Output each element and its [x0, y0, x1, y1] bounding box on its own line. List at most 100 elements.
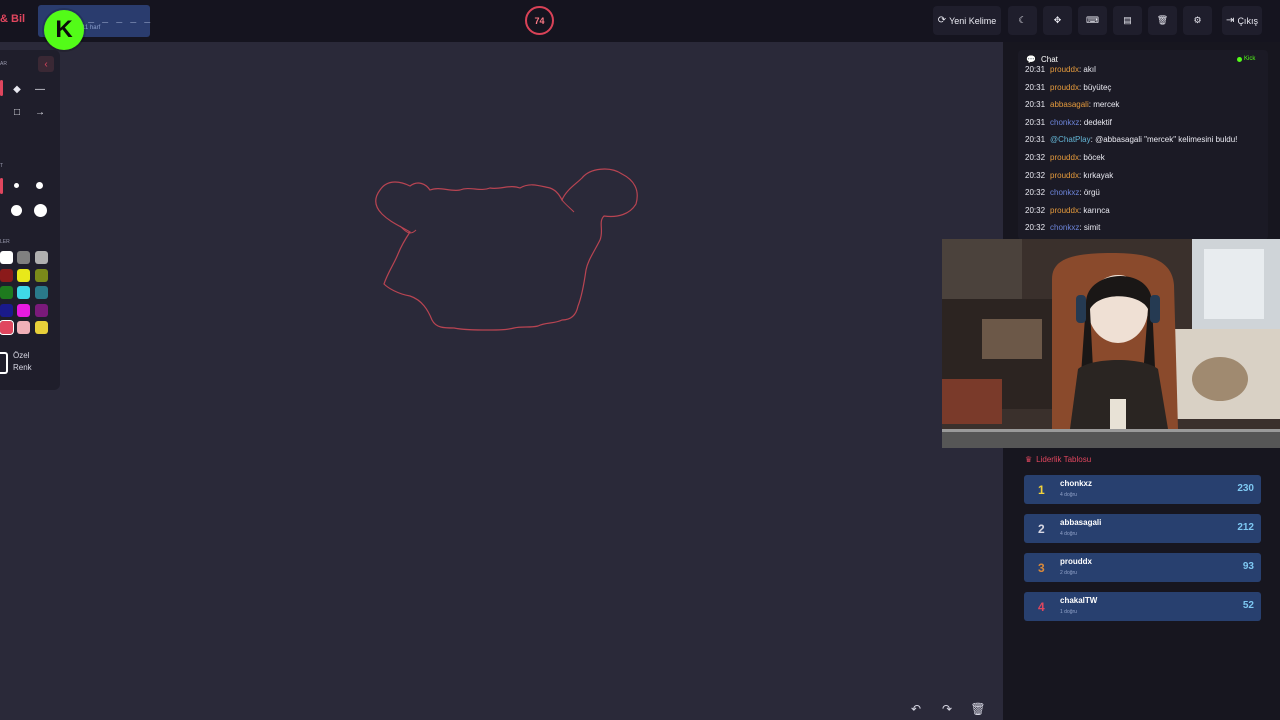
custom-color-label: Özel Renk	[13, 351, 32, 372]
color-swatch[interactable]	[0, 320, 14, 335]
leaderboard-title: Liderlik Tablosu	[1036, 455, 1092, 464]
theme-toggle-button[interactable]: ☾	[1008, 6, 1037, 35]
color-swatch[interactable]	[17, 251, 30, 264]
color-swatch[interactable]	[35, 286, 48, 299]
brush-size-xlarge[interactable]	[34, 204, 47, 217]
crown-icon: ♛	[1025, 455, 1033, 464]
leaderboard-row: 3 prouddx 2 doğru 93	[1024, 553, 1261, 582]
chat-header: 💬 Chat	[1026, 55, 1058, 64]
color-swatch[interactable]	[0, 286, 13, 299]
chat-message-user: abbasagali	[1050, 100, 1089, 110]
line-tool-button[interactable]: —	[31, 80, 49, 98]
collapse-panel-button[interactable]: ‹	[38, 56, 54, 72]
redo-button[interactable]: ↷	[937, 700, 957, 718]
custom-color-picker[interactable]	[0, 352, 8, 374]
chat-message-text: @abbasagali "mercek" kelimesini buldu!	[1095, 135, 1238, 145]
chat-message-time: 20:32	[1025, 153, 1046, 162]
color-swatch[interactable]	[17, 286, 30, 299]
logout-label: Çıkış	[1237, 15, 1258, 26]
keyboard-button[interactable]: ⌨	[1078, 6, 1107, 35]
fullscreen-button[interactable]: ✥	[1043, 6, 1072, 35]
brush-size-small[interactable]	[14, 183, 19, 188]
settings-button[interactable]: ⚙	[1183, 6, 1212, 35]
chat-message-user: chonkxz	[1050, 188, 1080, 198]
chat-source-badge: Kick	[1237, 56, 1255, 62]
chat-message-user: chonkxz	[1050, 223, 1080, 233]
logout-button[interactable]: ⇥ Çıkış	[1222, 6, 1262, 35]
chat-message: 20:31 prouddx: büyüteç	[1025, 82, 1112, 92]
clear-canvas-button[interactable]: 🗑	[968, 700, 988, 718]
arrow-tool-button[interactable]: →	[31, 103, 49, 121]
chat-messages[interactable]: 20:31 prouddx: akıl 20:31 prouddx: büyüteç 2…	[1020, 66, 1265, 238]
reset-button[interactable]: 🗑	[1148, 6, 1177, 35]
brand-logo: & Bil	[0, 13, 26, 25]
chat-message: 20:32 prouddx: böcek	[1025, 153, 1105, 162]
leaderboard-name: chonkxz	[1060, 479, 1093, 488]
color-swatch[interactable]	[17, 268, 30, 282]
online-dot-icon	[1237, 56, 1242, 62]
chat-message-user: prouddx	[1050, 153, 1079, 162]
color-swatch[interactable]	[0, 268, 13, 282]
webcam-overlay	[942, 239, 1280, 448]
new-word-button[interactable]: ⟳ Yeni Kelime	[933, 6, 1001, 35]
color-swatch[interactable]	[17, 321, 30, 334]
kick-logo-icon: K	[44, 10, 84, 50]
color-swatch[interactable]	[0, 251, 13, 264]
chat-message-time: 20:32	[1025, 170, 1046, 180]
chat-bubble-icon: 💬	[1026, 55, 1036, 64]
arrow-right-icon: →	[35, 106, 45, 118]
line-icon: —	[35, 83, 45, 95]
active-tool-indicator	[0, 80, 3, 96]
clear-canvas-icon: 🗑	[970, 702, 986, 716]
leaderboard-correct-count: 4 doğru	[1060, 531, 1077, 537]
leaderboard-row: 1 chonkxz 4 doğru 230	[1024, 475, 1261, 504]
canvas-sketch	[375, 168, 638, 331]
leaderboard-score: 212	[1237, 522, 1254, 533]
eraser-tool-button[interactable]: ◆	[8, 80, 26, 98]
color-swatch[interactable]	[35, 321, 48, 334]
keyboard-icon: ⌨	[1086, 15, 1099, 25]
chat-message-text: böcek	[1083, 153, 1105, 162]
leaderboard-header: ♛ Liderlik Tablosu	[1025, 455, 1091, 464]
word-letter-count: 11 harf	[82, 25, 101, 31]
leaderboard-rank: 3	[1038, 561, 1045, 575]
chat-message-time: 20:31	[1025, 82, 1046, 92]
brush-size-label: T	[0, 163, 4, 169]
color-swatch[interactable]	[17, 303, 30, 317]
chat-message-time: 20:32	[1025, 205, 1046, 215]
chat-message: 20:31 chonkxz: dedektif	[1025, 117, 1112, 127]
chat-message-text: simit	[1083, 223, 1101, 233]
logout-icon: ⇥	[1226, 15, 1235, 26]
crosshair-icon: ✥	[1053, 15, 1062, 25]
chat-message-user: prouddx	[1050, 205, 1079, 215]
leaderboard-rank: 2	[1038, 522, 1045, 536]
brush-size-large[interactable]	[11, 205, 22, 216]
leaderboard-correct-count: 2 doğru	[1060, 570, 1077, 576]
chat-message-time: 20:31	[1025, 100, 1046, 110]
chat-message: 20:32 chonkxz: simit	[1025, 223, 1101, 233]
leaderboard-name: abbasagali	[1060, 518, 1102, 527]
chat-title: Chat	[1040, 55, 1058, 64]
chat-message-user: prouddx	[1050, 82, 1079, 92]
leaderboard-rank: 4	[1038, 600, 1045, 614]
leaderboard-rank: 1	[1038, 483, 1045, 497]
color-swatch[interactable]	[35, 268, 48, 282]
color-swatch[interactable]	[35, 303, 48, 317]
drawing-tools-panel	[0, 50, 60, 390]
rectangle-tool-button[interactable]: □	[8, 103, 26, 121]
color-swatch[interactable]	[0, 303, 13, 317]
chat-message-text: akıl	[1083, 66, 1096, 74]
chevron-left-icon: ‹	[44, 58, 48, 70]
archive-button[interactable]: ▤	[1113, 6, 1142, 35]
chat-message: 20:31 @ChatPlay: @abbasagali "mercek" kel…	[1025, 135, 1238, 145]
leaderboard-score: 230	[1237, 483, 1254, 494]
brush-size-medium[interactable]	[36, 182, 43, 189]
trash-icon: 🗑	[1156, 15, 1169, 25]
leaderboard-score: 93	[1242, 561, 1254, 572]
chat-message-text: mercek	[1093, 100, 1120, 110]
leaderboard-name: chakalTW	[1060, 596, 1098, 605]
selected-size-indicator	[0, 178, 3, 194]
color-swatch[interactable]	[35, 251, 48, 264]
undo-button[interactable]: ↶	[906, 700, 926, 718]
colors-label: LER	[0, 239, 10, 245]
